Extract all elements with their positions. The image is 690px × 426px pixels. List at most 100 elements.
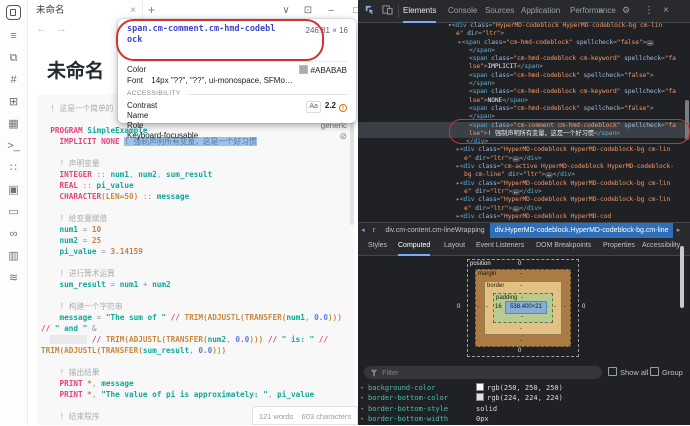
collapsed-content-ellipsis[interactable]: …: [512, 206, 520, 212]
code-line[interactable]: pi_value = 3.14159: [41, 246, 346, 257]
dom-tree-row[interactable]: ▸<div class="HyperMD-codeblock HyperMD-c…: [358, 213, 690, 221]
dom-tree-row[interactable]: e" dir="ltr">…</div>: [358, 205, 690, 213]
code-line[interactable]: CHARACTER(LEN=50) :: message: [41, 191, 346, 202]
dom-tree-row[interactable]: ▸<span class="cm-hmd-codeblock" spellche…: [358, 39, 690, 47]
minimize-button[interactable]: –: [323, 0, 339, 21]
card-icon[interactable]: ▣: [7, 184, 21, 197]
code-line[interactable]: TRIM(ADJUSTL(TRANSFER(sum_result, 0.0))): [41, 345, 346, 356]
devtools-tab-console[interactable]: Console: [448, 0, 477, 21]
expand-arrow-icon[interactable]: ▸: [358, 414, 368, 424]
dom-tree-row[interactable]: ▸<div class="HyperMD-codeblock HyperMD-c…: [358, 196, 690, 204]
dom-tree-row[interactable]: lse">NONE</span>: [358, 97, 690, 105]
panel-tab-dom-breakpoints[interactable]: DOM Breakpoints: [536, 238, 591, 254]
computed-property-row[interactable]: ▸background-colorrgb(250, 250, 250): [358, 383, 690, 393]
device-toolbar-icon[interactable]: [382, 5, 393, 15]
expand-arrow-icon[interactable]: ▸: [358, 404, 368, 414]
devtools-tab-application[interactable]: Application: [521, 0, 560, 21]
code-line[interactable]: ! 构建一个字符串: [41, 301, 346, 312]
elements-scrollbar[interactable]: [685, 100, 689, 140]
bookmark-icon[interactable]: ⧉: [7, 52, 21, 65]
panel-tab-event-listeners[interactable]: Event Listeners: [476, 238, 524, 254]
code-line[interactable]: [41, 202, 346, 213]
stack-windows-icon[interactable]: ⊡: [300, 0, 316, 21]
breadcrumb-item[interactable]: div.HyperMD-codeblock.HyperMD-codeblock-…: [490, 223, 674, 239]
code-block[interactable]: Fortran ! 这是一个简单的 F PROGRAM SimpleExampl…: [37, 94, 354, 425]
show-all-checkbox[interactable]: Show all: [608, 367, 648, 378]
dom-tree-row[interactable]: lse">IMPLICIT</span>: [358, 63, 690, 71]
computed-property-row[interactable]: ▸border-bottom-stylesolid: [358, 404, 690, 414]
workspace-icon[interactable]: [6, 5, 21, 20]
group-checkbox[interactable]: Group: [650, 367, 683, 378]
box-model-content[interactable]: 538.400×21: [505, 301, 547, 314]
breadcrumb-item[interactable]: r: [368, 223, 380, 239]
panel-tab-styles[interactable]: Styles: [368, 238, 387, 254]
code-line[interactable]: num2 = 25: [41, 235, 346, 246]
devtools-tab-performance[interactable]: Performance: [570, 0, 616, 21]
panel-tab-accessibility[interactable]: Accessibility: [642, 238, 680, 254]
dom-tree-row[interactable]: </div>: [358, 138, 690, 146]
dom-tree-row[interactable]: ▸<div class="HyperMD-codeblock HyperMD-c…: [358, 180, 690, 188]
collapsed-content-ellipsis[interactable]: …: [512, 189, 520, 195]
dom-tree-row[interactable]: lse">! 强制声明所有变量，这是一个好习惯</span>: [358, 130, 690, 138]
code-line[interactable]: // TRIM(ADJUSTL(TRANSFER(num2, 0.0))) //…: [41, 334, 346, 345]
panel-tab-properties[interactable]: Properties: [603, 238, 635, 254]
dom-tree-row[interactable]: </span>: [358, 47, 690, 55]
code-line[interactable]: num1 = 10: [41, 224, 346, 235]
database-icon[interactable]: ≋: [7, 272, 21, 285]
chart-icon[interactable]: ▥: [7, 250, 21, 263]
new-tab-button[interactable]: +: [148, 3, 155, 17]
expand-arrow-icon[interactable]: ▸: [358, 393, 368, 403]
marketplace-icon[interactable]: ⊞: [7, 96, 21, 109]
dom-tree-row[interactable]: e" dir="ltr">…</div>: [358, 155, 690, 163]
dom-tree-row[interactable]: <span class="cm-hmd-codeblock" spellchec…: [358, 72, 690, 80]
computed-property-row[interactable]: ▸border-bottom-colorrgb(224, 224, 224): [358, 393, 690, 403]
breadcrumb-item[interactable]: div.cm-content.cm-lineWrapping: [380, 223, 489, 239]
code-line[interactable]: ! 进行算术运算: [41, 268, 346, 279]
code-line[interactable]: [41, 356, 346, 367]
code-line[interactable]: ! 输出结果: [41, 367, 346, 378]
collapsed-content-ellipsis[interactable]: …: [646, 40, 654, 46]
document-tab[interactable]: 未命名 ×: [28, 0, 143, 21]
dom-tree-row[interactable]: <span class="cm-comment cm-hmd-codeblock…: [358, 122, 690, 130]
dom-tree-row[interactable]: </span>: [358, 113, 690, 121]
settings-gear-icon[interactable]: ⚙: [622, 4, 630, 17]
dom-tree-row[interactable]: <span class="cm-hmd-codeblock cm-keyword…: [358, 88, 690, 96]
devtools-close-icon[interactable]: ×: [663, 4, 669, 17]
dom-tree-row[interactable]: ▸<div class="cm-active HyperMD-codeblock…: [358, 163, 690, 171]
breadcrumb-scroll-left-icon[interactable]: ◂: [358, 223, 368, 239]
computed-scrollbar[interactable]: [680, 246, 684, 308]
breadcrumb-scroll-right-icon[interactable]: ▸: [673, 223, 683, 239]
dom-tree-row[interactable]: bg cm-line" dir="ltr">…</div>: [358, 171, 690, 179]
terminal-icon[interactable]: >_: [7, 140, 21, 153]
devtools-tab-elements[interactable]: Elements: [403, 0, 436, 23]
code-line[interactable]: ! 声明变量: [41, 158, 346, 169]
tab-close-icon[interactable]: ×: [130, 0, 136, 21]
code-line[interactable]: [41, 257, 346, 268]
devtools-tab-sources[interactable]: Sources: [485, 0, 514, 21]
code-line[interactable]: ! 给变量赋值: [41, 213, 346, 224]
collapsed-content-ellipsis[interactable]: …: [512, 156, 520, 162]
code-line[interactable]: REAL :: pi_value: [41, 180, 346, 191]
tag-icon[interactable]: #: [7, 74, 21, 87]
code-line[interactable]: [41, 290, 346, 301]
code-line[interactable]: PRINT *, message: [41, 378, 346, 389]
code-line[interactable]: [41, 147, 346, 158]
code-line[interactable]: message = "The sum of " // TRIM(ADJUSTL(…: [41, 312, 346, 323]
dom-tree-row[interactable]: <span class="cm-hmd-codeblock cm-keyword…: [358, 55, 690, 63]
file-tree-icon[interactable]: ≡: [7, 30, 21, 43]
dom-tree-row[interactable]: <span class="cm-hmd-codeblock" spellchec…: [358, 105, 690, 113]
dom-tree-row[interactable]: e" dir="ltr">…</div>: [358, 188, 690, 196]
inspect-element-icon[interactable]: [365, 5, 375, 15]
device-icon[interactable]: ▭: [7, 206, 21, 219]
code-line[interactable]: // " and " &: [41, 323, 346, 334]
glasses-icon[interactable]: ∞: [7, 228, 21, 241]
code-line[interactable]: sum_result = num1 + num2: [41, 279, 346, 290]
calendar-icon[interactable]: ▦: [7, 118, 21, 131]
flashcard-icon[interactable]: ∷: [7, 162, 21, 175]
devtools-kebab-icon[interactable]: ⋮: [644, 4, 654, 17]
document-title[interactable]: 未命名: [47, 56, 104, 83]
expand-arrow-icon[interactable]: ▸: [358, 383, 368, 393]
chevron-down-icon[interactable]: ∨: [278, 0, 294, 21]
code-line[interactable]: INTEGER :: num1, num2, sum_result: [41, 169, 346, 180]
filter-input[interactable]: Filter: [364, 366, 602, 379]
